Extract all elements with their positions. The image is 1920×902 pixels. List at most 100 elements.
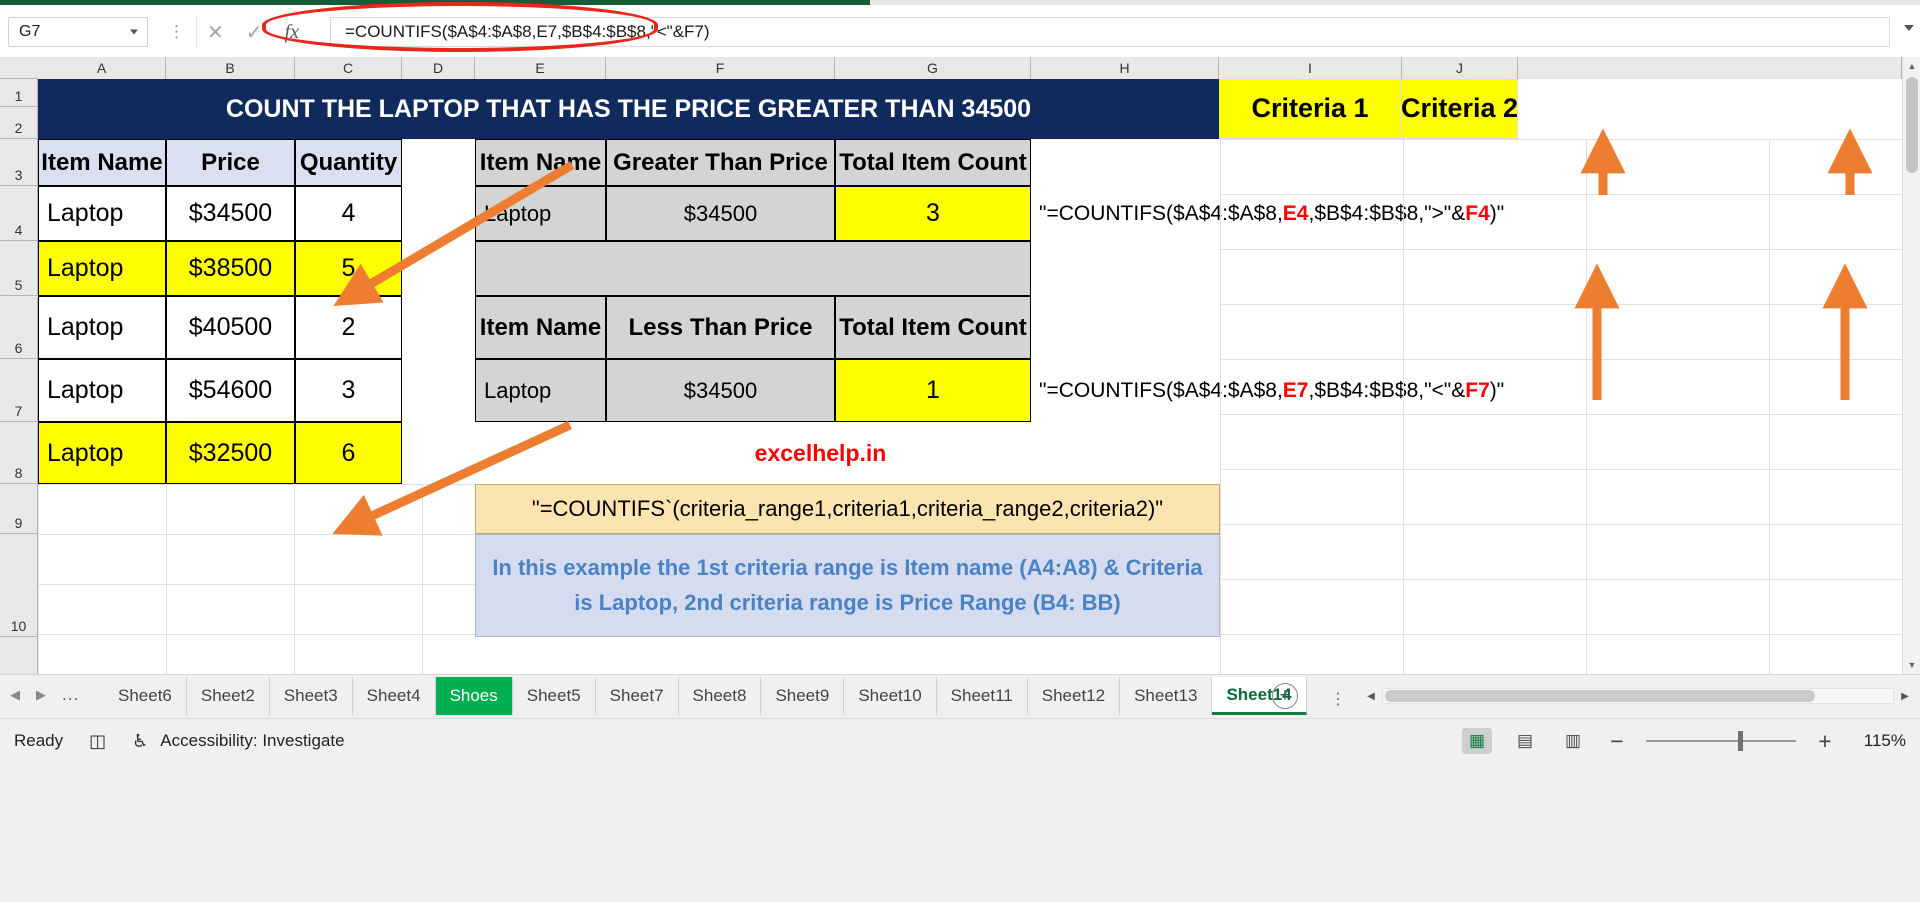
- add-sheet-button[interactable]: +: [1272, 683, 1298, 709]
- name-box[interactable]: G7: [8, 17, 148, 47]
- cell-e3-item-name[interactable]: Item Name: [475, 139, 606, 186]
- column-header-i: I: [1219, 57, 1402, 79]
- sheet-tab-sheet7[interactable]: Sheet7: [595, 677, 679, 715]
- syntax-note-box[interactable]: "=COUNTIFS`(criteria_range1,criteria1,cr…: [475, 484, 1220, 534]
- sheet-tab-shoes[interactable]: Shoes: [435, 677, 513, 715]
- row-header-9: 9: [0, 484, 38, 534]
- sheet-tab-sheet10[interactable]: Sheet10: [844, 677, 937, 715]
- vertical-scroll-thumb[interactable]: [1906, 77, 1918, 173]
- accessibility-label[interactable]: Accessibility: Investigate: [160, 731, 344, 751]
- cell-g3-total-item-count[interactable]: Total Item Count: [835, 139, 1031, 186]
- sheet-nav-buttons: ◀ ▶ ...: [10, 685, 79, 705]
- watermark-excelhelp: excelhelp.in: [606, 422, 1035, 484]
- cell-b8[interactable]: $32500: [166, 422, 295, 484]
- formula-bar: G7 ⋮ ✕ ✓ fx =COUNTIFS($A$4:$A$8,E7,$B$4:…: [0, 5, 1920, 57]
- cell-g4-count[interactable]: 3: [835, 186, 1031, 241]
- column-header-d: D: [402, 57, 475, 79]
- column-header-j-label: J: [1456, 60, 1463, 76]
- sheet-tab-sheet12[interactable]: Sheet12: [1027, 677, 1121, 715]
- zoom-level-label[interactable]: 115%: [1854, 731, 1906, 751]
- row-header-8: 8: [0, 422, 38, 484]
- cell-c3-quantity[interactable]: Quantity: [295, 139, 402, 186]
- cell-e5-spacer[interactable]: [475, 241, 1031, 296]
- zoom-slider-thumb[interactable]: [1738, 731, 1743, 751]
- cell-b5[interactable]: $38500: [166, 241, 295, 296]
- sheet-tab-sheet13[interactable]: Sheet13: [1120, 677, 1213, 715]
- cell-f6-less-than-price[interactable]: Less Than Price: [606, 296, 835, 359]
- explanation-note-box[interactable]: In this example the 1st criteria range i…: [475, 534, 1220, 637]
- view-page-layout-icon[interactable]: ▤: [1510, 728, 1540, 754]
- sheet-tab-sheet6[interactable]: Sheet6: [104, 677, 187, 715]
- cell-title-banner[interactable]: COUNT THE LAPTOP THAT HAS THE PRICE GREA…: [38, 79, 1219, 139]
- greater-header-price: Greater Than Price: [613, 148, 828, 176]
- status-bar: Ready ◫ ♿ Accessibility: Investigate ▦ ▤…: [0, 718, 1920, 902]
- cell-b7[interactable]: $54600: [166, 359, 295, 422]
- hscroll-track[interactable]: [1382, 688, 1894, 704]
- less-header-price: Less Than Price: [628, 313, 813, 341]
- sheet-overflow-icon[interactable]: ...: [62, 685, 79, 705]
- sheet-tab-sheet5[interactable]: Sheet5: [512, 677, 596, 715]
- watermark-text: excelhelp.in: [754, 439, 887, 466]
- formula-bar-grip[interactable]: ⋮: [168, 23, 185, 41]
- cell-f3-greater-than-price[interactable]: Greater Than Price: [606, 139, 835, 186]
- criteria-2-label: Criteria 2: [1402, 93, 1518, 123]
- next-sheet-icon[interactable]: ▶: [36, 687, 46, 703]
- insert-function-icon[interactable]: fx: [285, 21, 299, 44]
- scroll-down-icon[interactable]: ▼: [1903, 656, 1920, 674]
- cell-a6[interactable]: Laptop: [38, 296, 166, 359]
- cell-a5[interactable]: Laptop: [38, 241, 166, 296]
- hscroll-left-icon[interactable]: ◀: [1360, 685, 1382, 707]
- sheet-tab-sheet4[interactable]: Sheet4: [352, 677, 436, 715]
- cell-b4[interactable]: $34500: [166, 186, 295, 241]
- cell-b3-price[interactable]: Price: [166, 139, 295, 186]
- cell-g7-count[interactable]: 1: [835, 359, 1031, 422]
- sheet-tab-sheet8[interactable]: Sheet8: [678, 677, 762, 715]
- column-header-a: A: [38, 57, 166, 79]
- scroll-up-icon[interactable]: ▲: [1903, 57, 1920, 75]
- cell-criteria-1[interactable]: Criteria 1: [1219, 79, 1402, 139]
- cancel-icon[interactable]: ✕: [207, 20, 224, 44]
- sheet-tab-sheet2[interactable]: Sheet2: [186, 677, 270, 715]
- cell-e4-item[interactable]: Laptop: [475, 186, 606, 241]
- cell-a7[interactable]: Laptop: [38, 359, 166, 422]
- cell-c6[interactable]: 2: [295, 296, 402, 359]
- cell-g6-total-item-count[interactable]: Total Item Count: [835, 296, 1031, 359]
- sheet-tabs-list: Sheet6 Sheet2 Sheet3 Sheet4 Shoes Sheet5…: [104, 675, 1307, 719]
- cell-f7-price[interactable]: $34500: [606, 359, 835, 422]
- cell-c5[interactable]: 5: [295, 241, 402, 296]
- view-page-break-icon[interactable]: ▥: [1558, 728, 1588, 754]
- accessibility-icon[interactable]: ♿: [132, 731, 148, 752]
- zoom-slider[interactable]: [1646, 731, 1796, 751]
- cell-a3-item-name[interactable]: Item Name: [38, 139, 166, 186]
- cell-criteria-2[interactable]: Criteria 2: [1402, 79, 1518, 139]
- sheet-tab-sheet9[interactable]: Sheet9: [761, 677, 845, 715]
- sheet-options-icon[interactable]: ⋮: [1330, 689, 1346, 709]
- sheet-tab-sheet11[interactable]: Sheet11: [936, 677, 1028, 715]
- previous-sheet-icon[interactable]: ◀: [10, 687, 20, 703]
- cell-e6-item-name[interactable]: Item Name: [475, 296, 606, 359]
- cell-a8[interactable]: Laptop: [38, 422, 166, 484]
- zoom-in-button[interactable]: +: [1814, 728, 1836, 755]
- cell-c8[interactable]: 6: [295, 422, 402, 484]
- vertical-scrollbar[interactable]: ▲ ▼: [1902, 57, 1920, 674]
- sheet-tab-sheet3[interactable]: Sheet3: [269, 677, 353, 715]
- zoom-out-button[interactable]: −: [1606, 728, 1628, 755]
- horizontal-scrollbar[interactable]: ◀ ▶: [1360, 685, 1916, 707]
- cell-c7[interactable]: 3: [295, 359, 402, 422]
- horizontal-scroll-thumb[interactable]: [1385, 690, 1815, 702]
- cell-f4-price[interactable]: $34500: [606, 186, 835, 241]
- hscroll-right-icon[interactable]: ▶: [1894, 685, 1916, 707]
- source-header-price: Price: [201, 148, 260, 176]
- macro-record-icon[interactable]: ◫: [89, 731, 106, 752]
- formula-input[interactable]: =COUNTIFS($A$4:$A$8,E7,$B$4:$B$8,"<"&F7): [330, 17, 1890, 47]
- chevron-down-icon[interactable]: [130, 29, 138, 35]
- expand-formula-bar-icon[interactable]: [1904, 25, 1914, 31]
- grid-cells: COUNT THE LAPTOP THAT HAS THE PRICE GREA…: [38, 79, 1920, 674]
- column-header-d-label: D: [432, 60, 444, 76]
- cell-c4[interactable]: 4: [295, 186, 402, 241]
- cell-b6[interactable]: $40500: [166, 296, 295, 359]
- confirm-icon[interactable]: ✓: [246, 20, 263, 44]
- cell-e7-item[interactable]: Laptop: [475, 359, 606, 422]
- view-normal-icon[interactable]: ▦: [1462, 728, 1492, 754]
- cell-a4[interactable]: Laptop: [38, 186, 166, 241]
